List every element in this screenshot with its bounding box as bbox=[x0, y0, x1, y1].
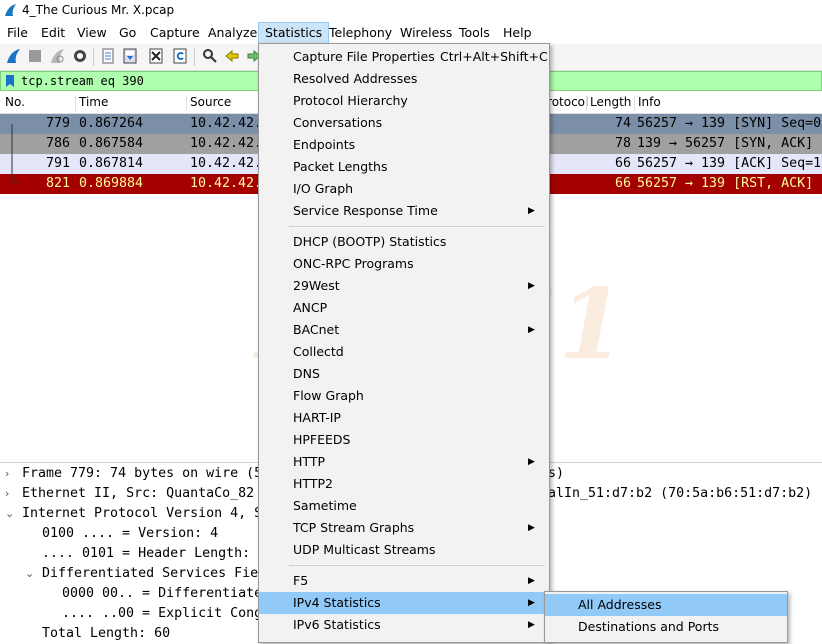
conversation-bracket-icon bbox=[11, 124, 18, 183]
menu-item-capture-file-properties[interactable]: Capture File Properties Ctrl+Alt+Shift+C bbox=[259, 46, 549, 68]
detail-ethernet-tail: alIn_51:d7:b2 (70:5a:b6:51:d7:b2) bbox=[548, 486, 813, 501]
menu-item-bacnet[interactable]: BACnet ▶ bbox=[259, 319, 549, 341]
menu-item-onc-rpc[interactable]: ONC-RPC Programs bbox=[259, 253, 549, 275]
menu-analyze[interactable]: Analyze bbox=[208, 24, 257, 41]
submenu-arrow-icon: ▶ bbox=[528, 281, 535, 291]
reload-file-icon[interactable] bbox=[172, 48, 188, 64]
submenu-arrow-icon: ▶ bbox=[528, 620, 535, 630]
collapse-arrow-icon[interactable]: ⌄ bbox=[5, 507, 14, 520]
collapse-arrow-icon[interactable]: ⌄ bbox=[25, 567, 34, 580]
detail-dsfield[interactable]: Differentiated Services Fie bbox=[42, 564, 258, 584]
menu-item-tcp-stream-graphs[interactable]: TCP Stream Graphs ▶ bbox=[259, 517, 549, 539]
close-file-icon[interactable] bbox=[148, 48, 164, 64]
menu-item-conversations[interactable]: Conversations bbox=[259, 112, 549, 134]
menu-item-collectd[interactable]: Collectd bbox=[259, 341, 549, 363]
detail-ecn[interactable]: .... ..00 = Explicit Cong bbox=[62, 604, 262, 624]
menu-bar: File Edit View Go Capture Analyze Statis… bbox=[0, 21, 822, 44]
go-back-icon[interactable] bbox=[224, 48, 240, 64]
detail-dscp[interactable]: 0000 00.. = Differentiate bbox=[62, 584, 262, 604]
menu-capture[interactable]: Capture bbox=[150, 24, 200, 41]
menu-item-service-response-time[interactable]: Service Response Time ▶ bbox=[259, 200, 549, 222]
start-capture-icon[interactable] bbox=[5, 48, 21, 64]
menu-view[interactable]: View bbox=[77, 24, 107, 41]
expand-arrow-icon[interactable]: › bbox=[5, 467, 9, 480]
capture-options-icon[interactable] bbox=[72, 48, 88, 64]
detail-frame[interactable]: Frame 779: 74 bytes on wire (5 bbox=[22, 464, 262, 484]
submenu-arrow-icon: ▶ bbox=[528, 523, 535, 533]
menu-item-sametime[interactable]: Sametime bbox=[259, 495, 549, 517]
submenu-item-all-addresses[interactable]: All Addresses bbox=[545, 594, 787, 616]
menu-file[interactable]: File bbox=[7, 24, 28, 41]
statistics-menu: Capture File Properties Ctrl+Alt+Shift+C… bbox=[258, 43, 550, 643]
menu-item-http[interactable]: HTTP ▶ bbox=[259, 451, 549, 473]
shortcut-label: Ctrl+Alt+Shift+C bbox=[440, 49, 548, 64]
detail-version[interactable]: 0100 .... = Version: 4 bbox=[42, 524, 218, 544]
submenu-arrow-icon: ▶ bbox=[528, 206, 535, 216]
find-packet-icon[interactable] bbox=[202, 48, 218, 64]
menu-statistics[interactable]: Statistics bbox=[258, 22, 330, 44]
filter-text: tcp.stream eq 390 bbox=[21, 74, 144, 88]
menu-item-resolved-addresses[interactable]: Resolved Addresses bbox=[259, 68, 549, 90]
column-length[interactable]: Length bbox=[586, 95, 631, 111]
submenu-item-destinations-and-ports[interactable]: Destinations and Ports bbox=[545, 616, 787, 638]
detail-ethernet[interactable]: Ethernet II, Src: QuantaCo_82 bbox=[22, 484, 254, 504]
detail-frame-tail: s) bbox=[548, 466, 565, 481]
menu-telephony[interactable]: Telephony bbox=[329, 24, 392, 41]
menu-item-flow-graph[interactable]: Flow Graph bbox=[259, 385, 549, 407]
menu-item-hpfeeds[interactable]: HPFEEDS bbox=[259, 429, 549, 451]
title-bar: 4_The Curious Mr. X.pcap bbox=[0, 0, 822, 20]
column-time[interactable]: Time bbox=[75, 95, 108, 111]
column-no[interactable]: No. bbox=[2, 95, 25, 111]
menu-help[interactable]: Help bbox=[503, 24, 532, 41]
menu-item-ancp[interactable]: ANCP bbox=[259, 297, 549, 319]
menu-item-io-graph[interactable]: I/O Graph bbox=[259, 178, 549, 200]
window-title: 4_The Curious Mr. X.pcap bbox=[22, 3, 175, 17]
toolbar-divider bbox=[194, 48, 195, 66]
menu-item-endpoints[interactable]: Endpoints bbox=[259, 134, 549, 156]
menu-item-http2[interactable]: HTTP2 bbox=[259, 473, 549, 495]
detail-total-length[interactable]: Total Length: 60 bbox=[42, 624, 170, 644]
menu-item-ipv6-statistics[interactable]: IPv6 Statistics ▶ bbox=[259, 614, 549, 636]
ipv4-statistics-submenu: All Addresses Destinations and Ports bbox=[544, 591, 788, 643]
submenu-arrow-icon: ▶ bbox=[528, 325, 535, 335]
restart-capture-icon[interactable] bbox=[49, 48, 65, 64]
stop-capture-icon[interactable] bbox=[27, 48, 43, 64]
menu-tools[interactable]: Tools bbox=[459, 24, 490, 41]
menu-item-protocol-hierarchy[interactable]: Protocol Hierarchy bbox=[259, 90, 549, 112]
bookmark-icon[interactable] bbox=[4, 74, 16, 88]
submenu-arrow-icon: ▶ bbox=[528, 576, 535, 586]
submenu-arrow-icon: ▶ bbox=[528, 598, 535, 608]
save-file-icon[interactable] bbox=[122, 48, 138, 64]
menu-item-29west[interactable]: 29West ▶ bbox=[259, 275, 549, 297]
submenu-arrow-icon: ▶ bbox=[528, 457, 535, 467]
detail-ipv4[interactable]: Internet Protocol Version 4, S bbox=[22, 504, 262, 524]
menu-wireless[interactable]: Wireless bbox=[400, 24, 452, 41]
menu-item-dns[interactable]: DNS bbox=[259, 363, 549, 385]
menu-item-f5[interactable]: F5 ▶ bbox=[259, 570, 549, 592]
open-file-icon[interactable] bbox=[100, 48, 116, 64]
menu-separator bbox=[289, 226, 545, 227]
menu-item-ipv4-statistics[interactable]: IPv4 Statistics ▶ bbox=[259, 592, 549, 614]
menu-item-udp-multicast-streams[interactable]: UDP Multicast Streams bbox=[259, 539, 549, 561]
detail-header-length[interactable]: .... 0101 = Header Length: bbox=[42, 544, 250, 564]
column-source[interactable]: Source bbox=[186, 95, 231, 111]
column-info[interactable]: Info bbox=[634, 95, 661, 111]
menu-item-hart-ip[interactable]: HART-IP bbox=[259, 407, 549, 429]
toolbar-divider bbox=[93, 48, 94, 66]
menu-edit[interactable]: Edit bbox=[41, 24, 65, 41]
menu-item-dhcp-statistics[interactable]: DHCP (BOOTP) Statistics bbox=[259, 231, 549, 253]
expand-arrow-icon[interactable]: › bbox=[5, 487, 9, 500]
menu-separator bbox=[289, 565, 545, 566]
wireshark-fin-icon bbox=[5, 4, 16, 16]
menu-item-packet-lengths[interactable]: Packet Lengths bbox=[259, 156, 549, 178]
menu-go[interactable]: Go bbox=[119, 24, 136, 41]
